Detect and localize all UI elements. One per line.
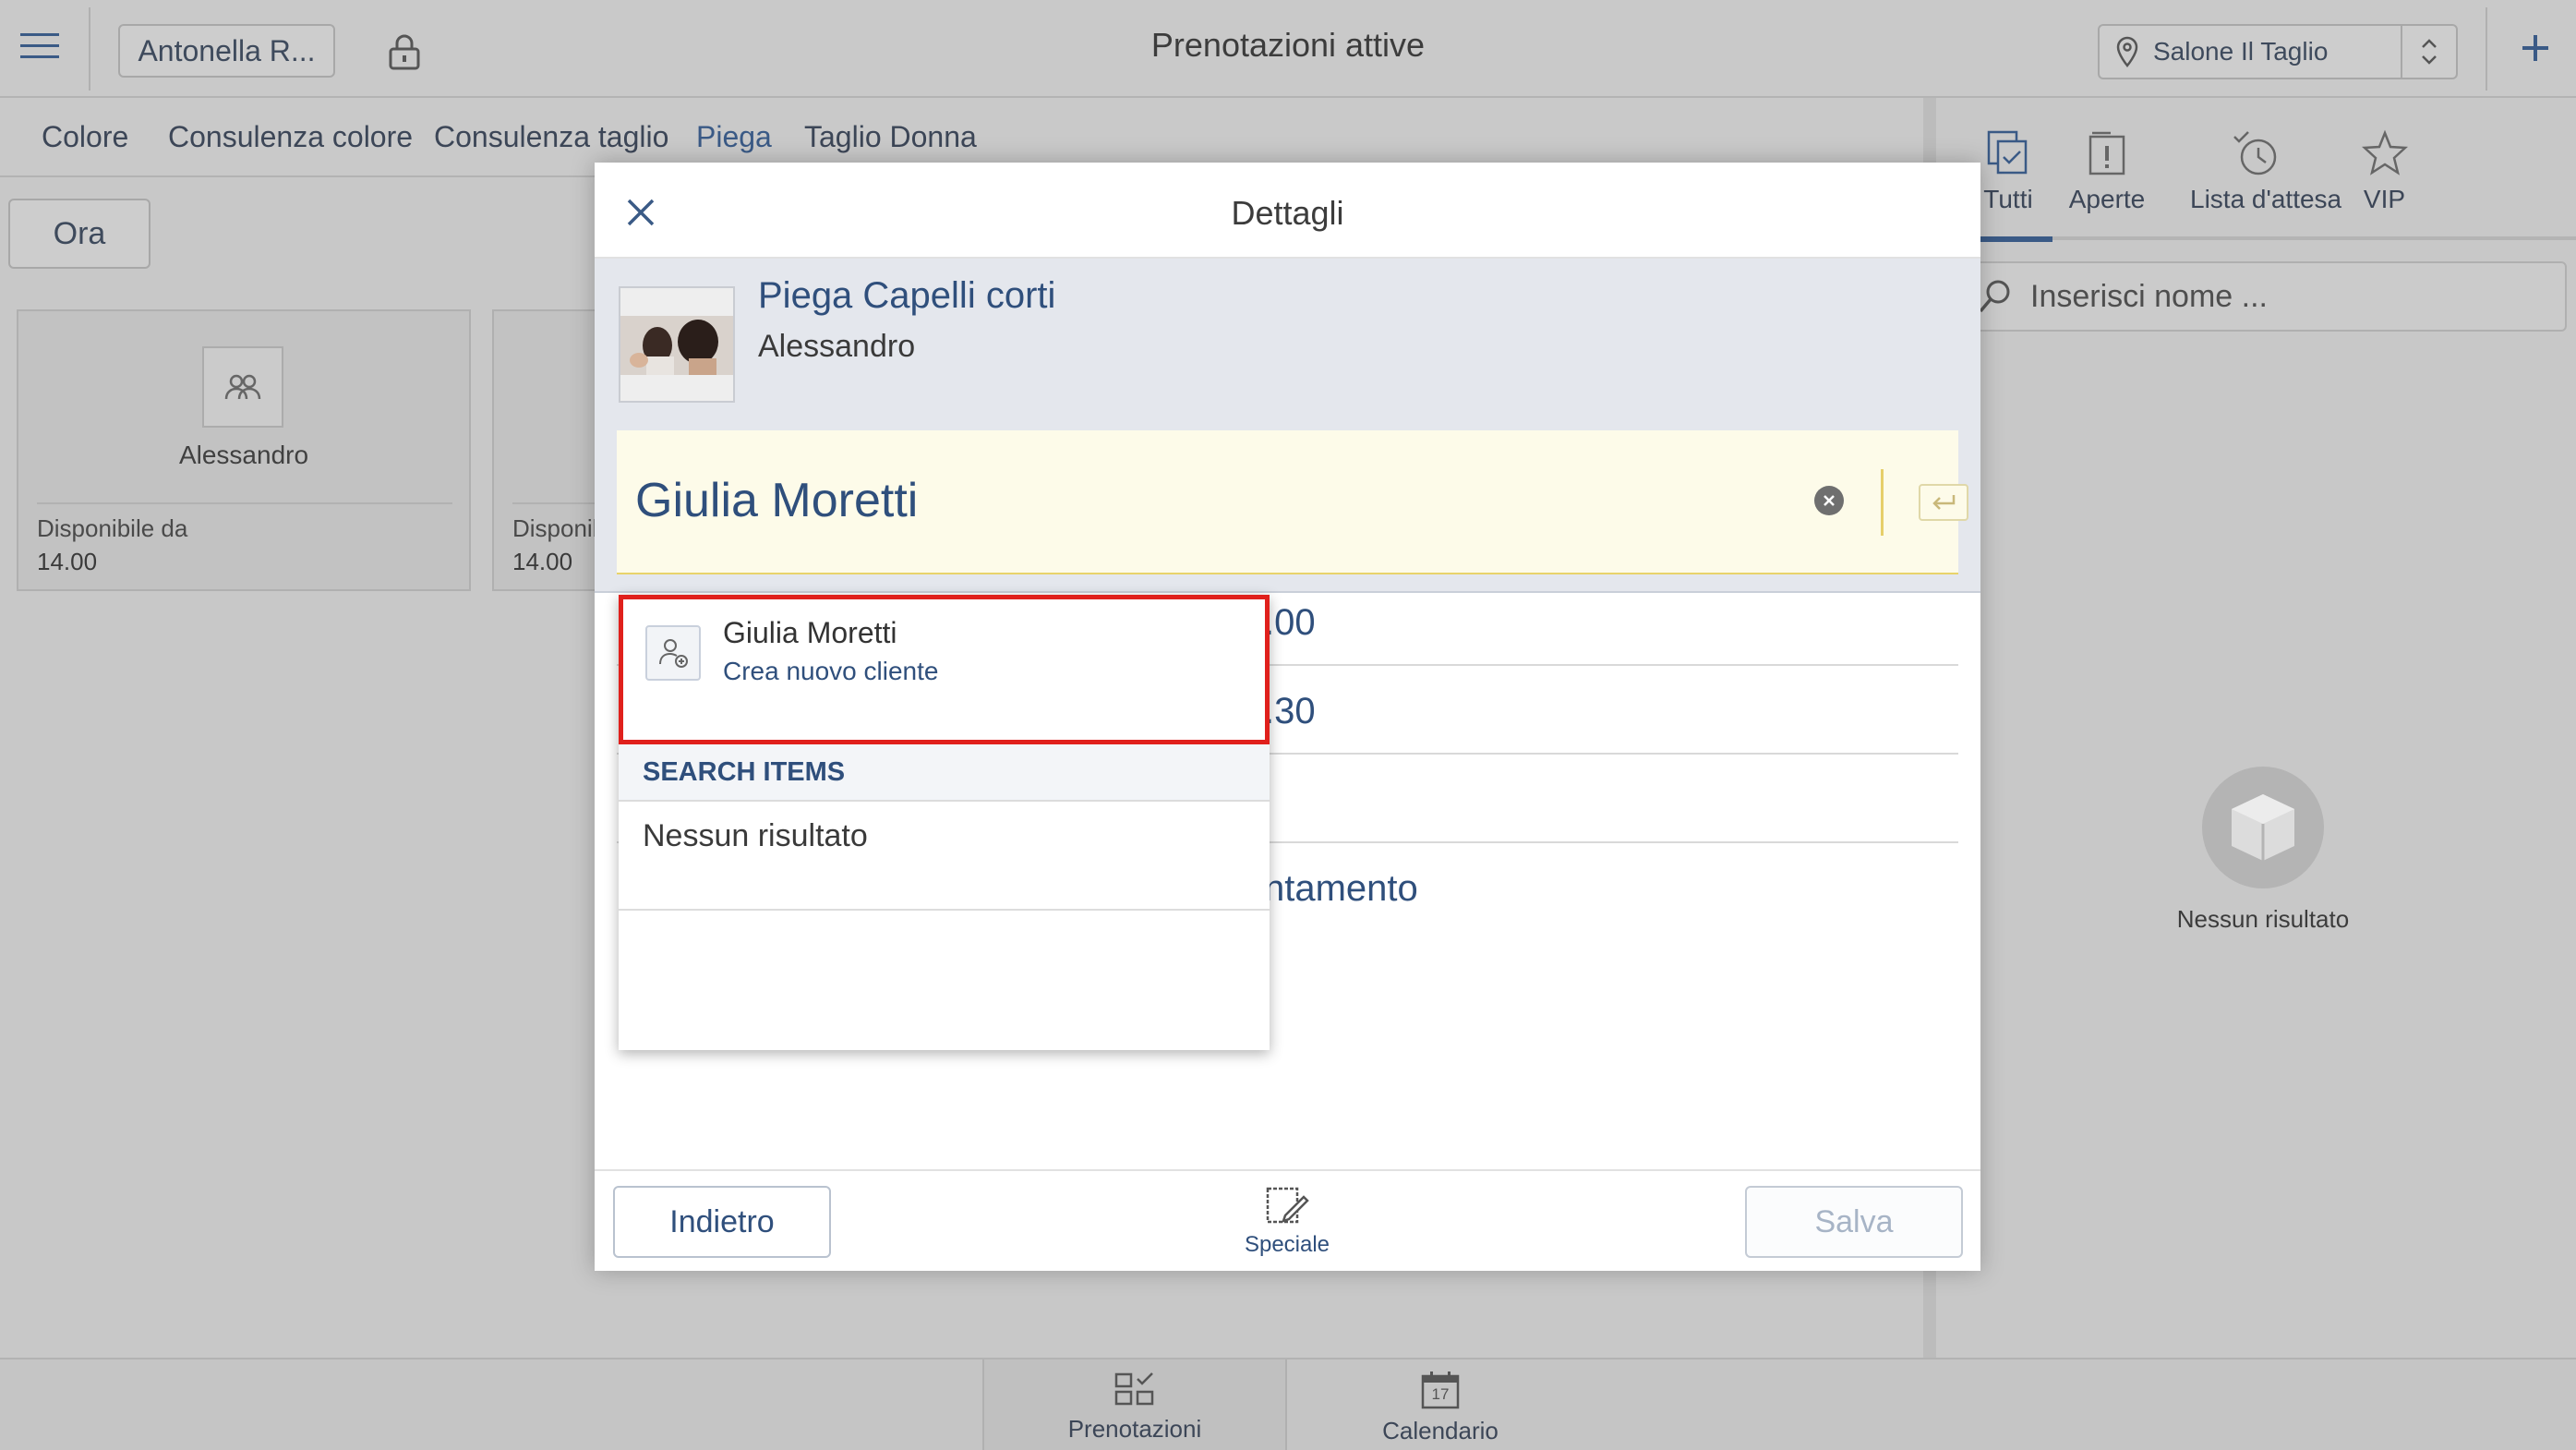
tab-label: VIP	[2363, 185, 2406, 213]
calendar-icon: 17	[1420, 1371, 1461, 1409]
location-selector[interactable]: Salone Il Taglio	[2098, 24, 2458, 79]
menu-icon[interactable]	[20, 31, 59, 61]
tab-aperte[interactable]: Aperte	[2042, 129, 2172, 214]
alert-doc-icon	[2042, 129, 2172, 177]
availability-label: Disponibile da	[37, 514, 188, 542]
tab-vip[interactable]: VIP	[2322, 129, 2447, 214]
category-tab-consulenza-colore[interactable]: Consulenza colore	[168, 120, 413, 154]
edit-note-icon	[1265, 1184, 1309, 1226]
page-title: Prenotazioni attive	[1150, 26, 1426, 64]
category-tab-colore[interactable]: Colore	[42, 120, 128, 154]
service-thumbnail	[619, 286, 735, 403]
group-icon	[202, 346, 283, 428]
nav-label: Prenotazioni	[1067, 1415, 1202, 1443]
start-time-value[interactable]: .00	[1264, 602, 1316, 644]
empty-result: Nessun risultato	[643, 818, 868, 853]
staff-card[interactable]: Alessandro Disponibile da 14.00	[17, 309, 471, 591]
staff-name: Alessandro	[178, 441, 309, 469]
availability-time: 14.00	[512, 548, 573, 575]
empty-box-icon	[2202, 767, 2324, 888]
tab-selected-indicator	[1980, 236, 2052, 242]
divider	[37, 502, 452, 504]
section-header: SEARCH ITEMS	[619, 744, 1270, 802]
tab-underline	[1980, 236, 2576, 240]
service-staff: Alessandro	[758, 329, 916, 364]
nav-prenotazioni[interactable]: Prenotazioni	[982, 1359, 1287, 1450]
divider	[2486, 7, 2487, 91]
search-field[interactable]: Inserisci nome ...	[1962, 261, 2567, 332]
divider	[89, 7, 90, 91]
back-button[interactable]: Indietro	[613, 1186, 831, 1258]
client-name-field[interactable]: Giulia Moretti	[617, 430, 1968, 574]
add-icon[interactable]	[2521, 33, 2550, 63]
category-tab-taglio-donna[interactable]: Taglio Donna	[804, 120, 977, 154]
add-person-icon	[645, 625, 701, 681]
clock-check-icon	[2190, 129, 2319, 177]
suggestion-name: Giulia Moretti	[723, 616, 897, 649]
chevron-updown-icon[interactable]	[2401, 26, 2456, 78]
nav-label: Calendario	[1382, 1417, 1499, 1444]
category-tab-piega[interactable]: Piega	[696, 120, 772, 154]
client-suggestions-dropdown: Giulia Moretti Crea nuovo cliente SEARCH…	[619, 595, 1270, 1050]
lock-icon[interactable]	[388, 33, 421, 70]
category-tab-consulenza-taglio[interactable]: Consulenza taglio	[434, 120, 668, 154]
location-label: Salone Il Taglio	[2153, 37, 2329, 66]
nav-calendario[interactable]: 17 Calendario	[1288, 1359, 1593, 1450]
special-button[interactable]: Speciale	[1204, 1184, 1370, 1258]
end-time-value[interactable]: .30	[1264, 691, 1316, 732]
tab-lista-attesa[interactable]: Lista d'attesa	[2190, 129, 2342, 214]
service-title: Piega Capelli corti	[758, 275, 1056, 316]
user-button[interactable]: Antonella R...	[118, 24, 335, 78]
calendar-day: 17	[1431, 1385, 1450, 1403]
section-label: SEARCH ITEMS	[643, 757, 846, 787]
suggestion-action: Crea nuovo cliente	[723, 657, 939, 685]
star-icon	[2322, 129, 2447, 177]
empty-state-text: Nessun risultato	[2176, 905, 2350, 933]
clear-icon[interactable]	[1814, 486, 1844, 515]
search-placeholder: Inserisci nome ...	[2030, 278, 2268, 314]
modal-footer: Indietro Speciale Salva	[595, 1169, 1980, 1271]
time-filter-button[interactable]: Ora	[8, 199, 150, 269]
appointment-note[interactable]: ntamento	[1264, 868, 1418, 910]
save-button[interactable]: Salva	[1745, 1186, 1963, 1258]
divider	[1881, 469, 1884, 536]
divider	[619, 909, 1270, 911]
tab-label: Aperte	[2068, 185, 2146, 213]
modal-title: Dettagli	[1231, 194, 1344, 232]
search-icon	[1977, 278, 2014, 315]
availability-time: 14.00	[37, 548, 98, 575]
special-label: Speciale	[1244, 1232, 1330, 1257]
enter-icon[interactable]	[1919, 484, 1968, 521]
create-client-suggestion[interactable]: Giulia Moretti Crea nuovo cliente	[619, 595, 1270, 744]
client-name-value: Giulia Moretti	[635, 474, 919, 527]
tab-label: Lista d'attesa	[2190, 185, 2342, 213]
location-pin-icon	[2116, 36, 2138, 67]
grid-check-icon	[1114, 1371, 1155, 1408]
